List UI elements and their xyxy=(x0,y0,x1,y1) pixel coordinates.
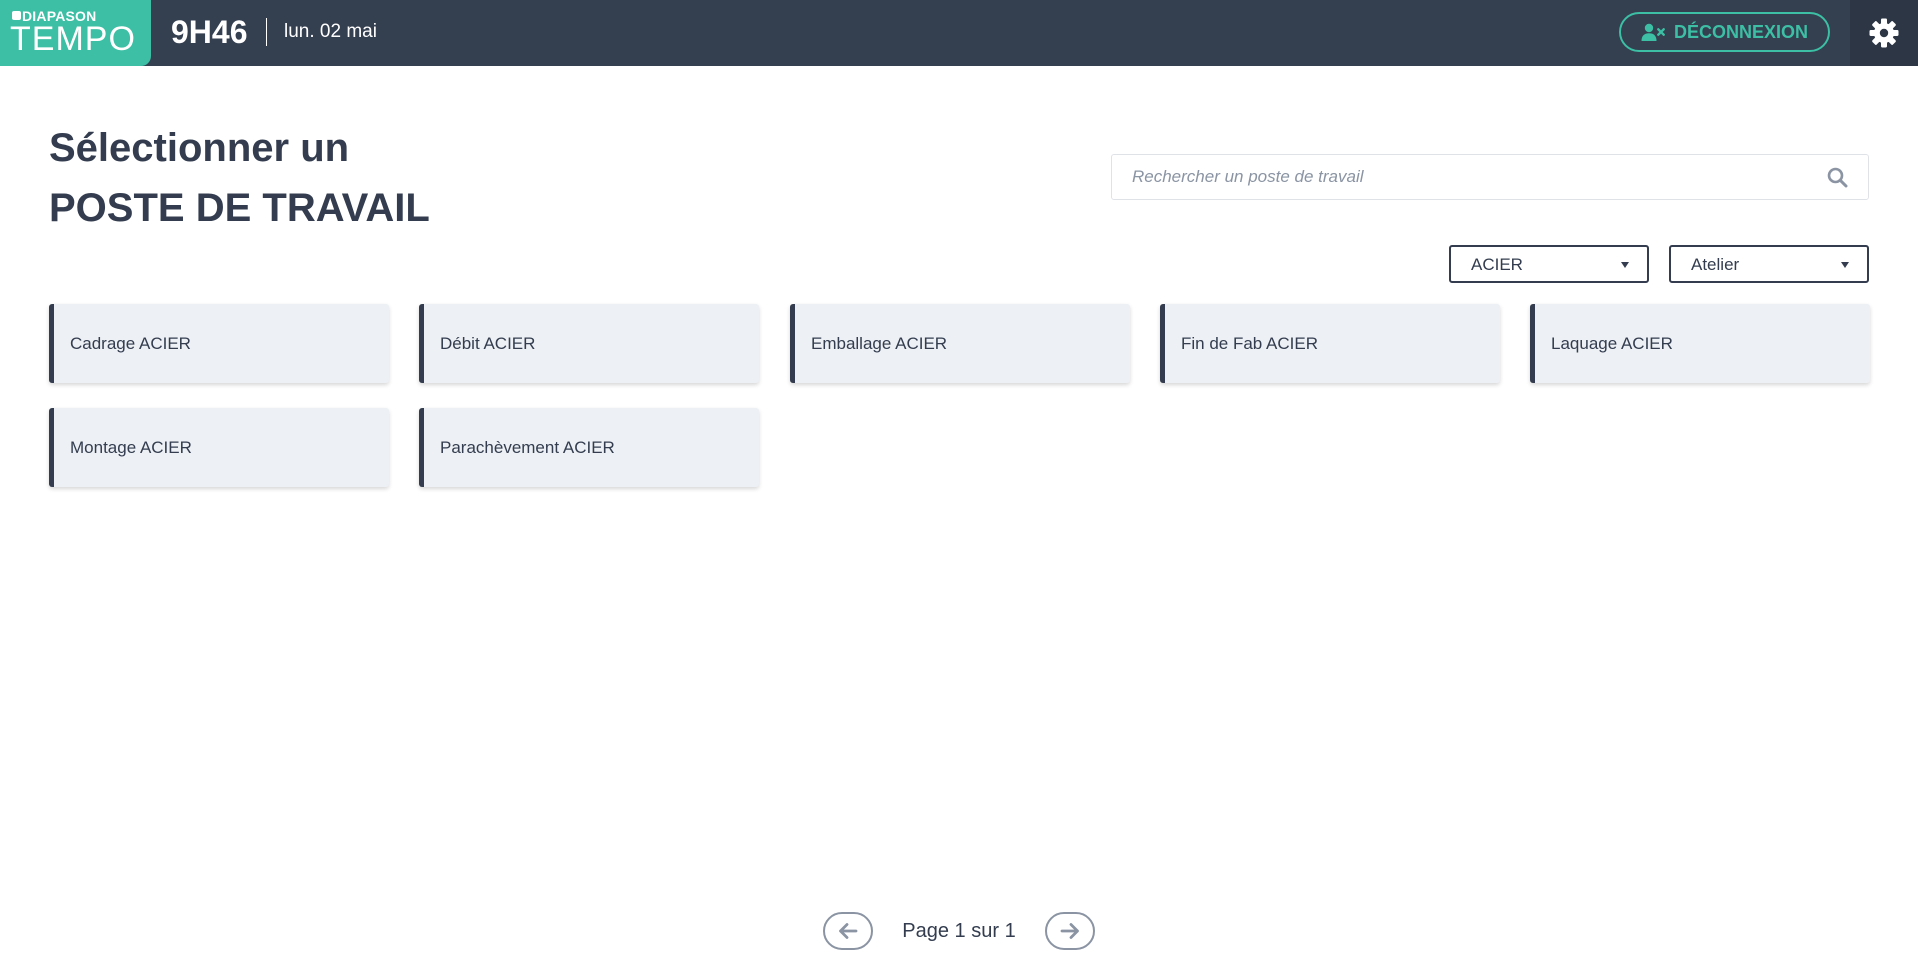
previous-page-button[interactable] xyxy=(823,912,873,950)
current-date: lun. 02 mai xyxy=(284,21,377,42)
workstation-card-emballage[interactable]: Emballage ACIER xyxy=(790,304,1130,383)
page-title-line-1: Sélectionner un xyxy=(49,126,350,170)
gear-icon xyxy=(1869,18,1899,48)
next-page-button[interactable] xyxy=(1045,912,1095,950)
page-title-line-2: POSTE DE TRAVAIL xyxy=(49,186,430,230)
header-divider xyxy=(266,18,267,46)
settings-button[interactable] xyxy=(1850,0,1918,66)
top-bar: DIAPASON TEMPO 9H46 lun. 02 mai DÉCONNEX… xyxy=(0,0,1918,66)
workshop-select[interactable]: Atelier xyxy=(1669,245,1869,283)
workstation-card-fin-de-fab[interactable]: Fin de Fab ACIER xyxy=(1160,304,1500,383)
arrow-left-icon xyxy=(839,923,858,939)
material-select[interactable]: ACIER xyxy=(1449,245,1649,283)
workstation-card-label: Cadrage ACIER xyxy=(70,333,191,353)
caret-down-icon xyxy=(1841,262,1849,268)
workstation-card-parachevement[interactable]: Parachèvement ACIER xyxy=(419,408,759,487)
workstation-card-label: Emballage ACIER xyxy=(811,333,948,353)
workstation-card-label: Montage ACIER xyxy=(70,437,192,457)
workstation-card-label: Fin de Fab ACIER xyxy=(1181,333,1319,353)
logo-brand-bottom: TEMPO xyxy=(10,20,136,58)
search-icon[interactable] xyxy=(1827,167,1848,188)
diapason-tempo-logo: DIAPASON TEMPO xyxy=(0,0,151,66)
workstation-card-label: Débit ACIER xyxy=(440,333,536,353)
workshop-select-value: Atelier xyxy=(1691,255,1740,274)
search-box xyxy=(1111,154,1869,200)
page-title: Sélectionner un POSTE DE TRAVAIL xyxy=(49,118,430,238)
logout-button[interactable]: DÉCONNEXION xyxy=(1619,12,1830,52)
material-select-value: ACIER xyxy=(1471,255,1523,274)
logo-square-icon xyxy=(12,11,21,20)
user-times-icon xyxy=(1641,23,1665,41)
workstation-card-label: Laquage ACIER xyxy=(1551,333,1673,353)
workstation-card-laquage[interactable]: Laquage ACIER xyxy=(1530,304,1870,383)
workstation-card-cadrage[interactable]: Cadrage ACIER xyxy=(49,304,389,383)
logout-button-label: DÉCONNEXION xyxy=(1673,21,1808,42)
workstation-card-debit[interactable]: Débit ACIER xyxy=(419,304,759,383)
pagination-info: Page 1 sur 1 xyxy=(902,920,1016,942)
current-time: 9H46 xyxy=(171,14,248,50)
caret-down-icon xyxy=(1621,262,1629,268)
workstation-card-label: Parachèvement ACIER xyxy=(440,437,615,457)
search-input[interactable] xyxy=(1112,155,1812,199)
workstation-card-montage[interactable]: Montage ACIER xyxy=(49,408,389,487)
arrow-right-icon xyxy=(1060,923,1079,939)
